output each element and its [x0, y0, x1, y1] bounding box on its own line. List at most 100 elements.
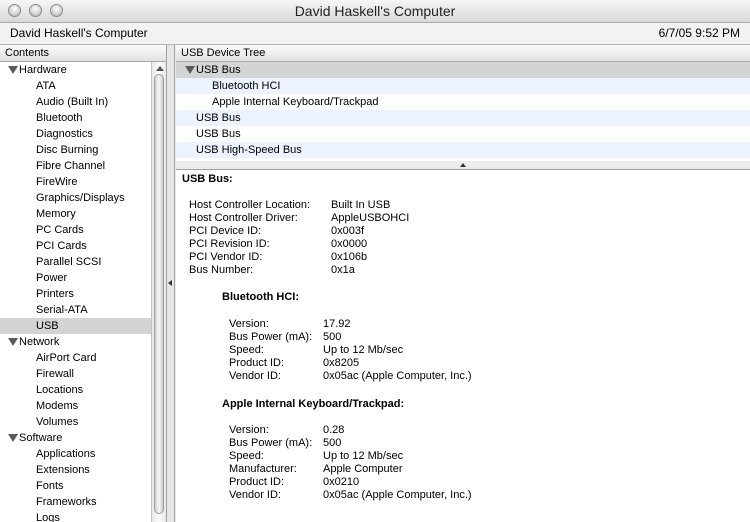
sidebar-item-fonts[interactable]: Fonts: [0, 478, 151, 494]
property-label: Vendor ID:: [229, 370, 281, 382]
collapse-left-arrow-icon[interactable]: [168, 280, 172, 286]
vertical-split-handle[interactable]: [167, 45, 175, 522]
property-value: Apple Computer: [323, 463, 403, 475]
property-value: AppleUSBOHCI: [331, 212, 410, 224]
disclosure-triangle-icon[interactable]: [8, 434, 18, 442]
property-label: Bus Power (mA):: [229, 331, 313, 343]
contents-column-header[interactable]: Contents: [0, 45, 166, 62]
disclosure-triangle-icon[interactable]: [8, 338, 18, 346]
device-tree-row[interactable]: Apple Internal Keyboard/Trackpad: [176, 94, 750, 110]
collapse-up-arrow-icon[interactable]: [460, 163, 466, 167]
disclosure-triangle-icon[interactable]: [185, 66, 195, 74]
property-value: 500: [323, 331, 342, 343]
device-tree-label: USB Bus: [196, 112, 241, 124]
contents-scrollbar[interactable]: [151, 62, 166, 522]
sidebar-item-modems[interactable]: Modems: [0, 398, 151, 414]
disclosure-triangle-icon[interactable]: [8, 66, 18, 74]
device-tree-label: USB Bus: [196, 128, 241, 140]
property-value: 0x1a: [331, 264, 355, 276]
property-value: Up to 12 Mb/sec: [323, 344, 404, 356]
sidebar-item-disc-burning[interactable]: Disc Burning: [0, 142, 151, 158]
sidebar-item-printers[interactable]: Printers: [0, 286, 151, 302]
property-label: PCI Vendor ID:: [189, 251, 263, 263]
sidebar-item-power[interactable]: Power: [0, 270, 151, 286]
property-label: Vendor ID:: [229, 489, 281, 501]
sidebar-item-ata[interactable]: ATA: [0, 78, 151, 94]
sidebar-item-fibre-channel[interactable]: Fibre Channel: [0, 158, 151, 174]
sidebar-group-hardware[interactable]: Hardware: [0, 62, 151, 78]
system-profiler-window: David Haskell's Computer David Haskell's…: [0, 0, 750, 522]
device-tree-column-header[interactable]: USB Device Tree: [176, 45, 750, 62]
sidebar-item-locations[interactable]: Locations: [0, 382, 151, 398]
sidebar-item-extensions[interactable]: Extensions: [0, 462, 151, 478]
scroll-up-arrow-icon[interactable]: [156, 66, 164, 71]
property-label: Bus Power (mA):: [229, 437, 313, 449]
device-tree-row[interactable]: USB Bus: [176, 62, 750, 78]
report-datetime: 6/7/05 9:52 PM: [658, 26, 740, 40]
contents-pane: Contents Hardware ATA Audio (Built In) Blue…: [0, 45, 167, 522]
horizontal-split-handle[interactable]: [176, 161, 750, 170]
property-label: Speed:: [229, 344, 264, 356]
property-value: Built In USB: [331, 199, 391, 211]
property-label: Host Controller Location:: [189, 199, 311, 211]
property-value: 0x05ac (Apple Computer, Inc.): [323, 370, 472, 382]
property-label: Version:: [229, 424, 269, 436]
property-label: PCI Revision ID:: [189, 238, 270, 250]
property-label: PCI Device ID:: [189, 225, 262, 237]
property-label: Bus Number:: [189, 264, 254, 276]
property-value: 0x0000: [331, 238, 368, 250]
device-tree-row[interactable]: USB Bus: [176, 110, 750, 126]
property-value: 0x05ac (Apple Computer, Inc.): [323, 489, 472, 501]
device-tree-row[interactable]: USB Bus: [176, 126, 750, 142]
device-tree-list[interactable]: USB Bus Bluetooth HCI Apple Internal Keybo…: [176, 62, 750, 158]
property-label: Host Controller Driver:: [189, 212, 298, 224]
sidebar-item-graphics-displays[interactable]: Graphics/Displays: [0, 190, 151, 206]
keyboard-section-title: Apple Internal Keyboard/Trackpad:: [222, 398, 405, 410]
property-label: Version:: [229, 318, 269, 330]
sidebar-item-pci-cards[interactable]: PCI Cards: [0, 238, 151, 254]
sidebar-item-logs[interactable]: Logs: [0, 510, 151, 522]
property-value: 17.92: [323, 318, 351, 330]
title-bar[interactable]: David Haskell's Computer: [0, 0, 750, 23]
sidebar-item-firewire[interactable]: FireWire: [0, 174, 151, 190]
property-value: 0x003f: [331, 225, 365, 237]
sidebar-item-parallel-scsi[interactable]: Parallel SCSI: [0, 254, 151, 270]
property-value: 500: [323, 437, 342, 449]
detail-title: USB Bus:: [182, 173, 233, 185]
sidebar-item-memory[interactable]: Memory: [0, 206, 151, 222]
property-label: Product ID:: [229, 357, 285, 369]
sidebar-item-firewall[interactable]: Firewall: [0, 366, 151, 382]
sidebar-item-serial-ata[interactable]: Serial-ATA: [0, 302, 151, 318]
sidebar-item-airport-card[interactable]: AirPort Card: [0, 350, 151, 366]
sidebar-item-volumes[interactable]: Volumes: [0, 414, 151, 430]
device-tree-label: Bluetooth HCI: [212, 80, 281, 92]
sidebar-item-frameworks[interactable]: Frameworks: [0, 494, 151, 510]
sidebar-item-pc-cards[interactable]: PC Cards: [0, 222, 151, 238]
device-tree-row[interactable]: USB High-Speed Bus: [176, 142, 750, 158]
device-tree-label: USB High-Speed Bus: [196, 144, 302, 156]
sidebar-group-software[interactable]: Software: [0, 430, 151, 446]
property-value: 0.28: [323, 424, 345, 436]
sidebar-item-bluetooth[interactable]: Bluetooth: [0, 110, 151, 126]
sidebar-group-label: Software: [19, 432, 63, 444]
property-value: Up to 12 Mb/sec: [323, 450, 404, 462]
sidebar-group-label: Network: [19, 336, 60, 348]
sidebar-group-network[interactable]: Network: [0, 334, 151, 350]
property-value: 0x106b: [331, 251, 368, 263]
sidebar-item-diagnostics[interactable]: Diagnostics: [0, 126, 151, 142]
device-tree-row[interactable]: Bluetooth HCI: [176, 78, 750, 94]
property-label: Product ID:: [229, 476, 285, 488]
device-tree-pane: USB Device Tree USB Bus Bluetooth HCI Appl…: [176, 45, 750, 162]
computer-info-bar: David Haskell's Computer 6/7/05 9:52 PM: [0, 23, 750, 45]
contents-tree[interactable]: Hardware ATA Audio (Built In) Bluetooth Diag…: [0, 62, 151, 522]
property-value: 0x0210: [323, 476, 360, 488]
scroll-thumb[interactable]: [154, 74, 164, 514]
property-label: Manufacturer:: [229, 463, 297, 475]
sidebar-group-label: Hardware: [19, 64, 67, 76]
sidebar-item-applications[interactable]: Applications: [0, 446, 151, 462]
detail-pane: USB Bus: Host Controller Location: Built …: [176, 170, 750, 522]
sidebar-item-usb[interactable]: USB: [0, 318, 151, 334]
computer-name: David Haskell's Computer: [10, 26, 148, 40]
sidebar-item-audio-built-in[interactable]: Audio (Built In): [0, 94, 151, 110]
property-label: Speed:: [229, 450, 264, 462]
